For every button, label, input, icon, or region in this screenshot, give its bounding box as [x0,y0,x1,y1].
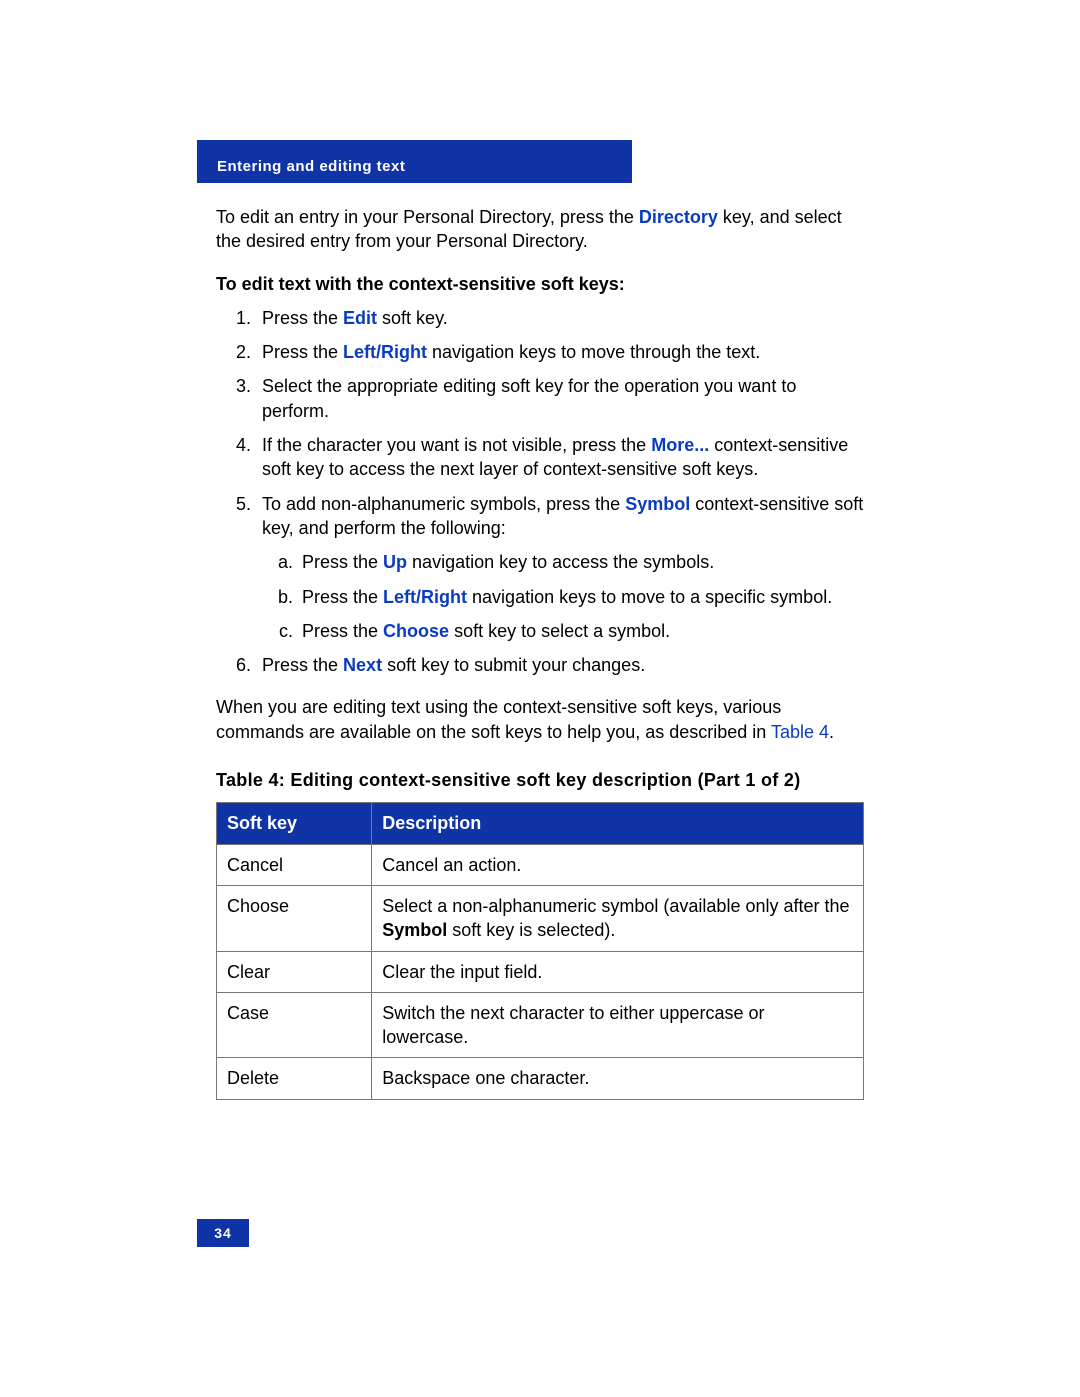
keyword-more: More... [651,435,709,455]
text: soft key to submit your changes. [382,655,645,675]
page: Entering and editing text To edit an ent… [0,0,1080,1397]
step-3: Select the appropriate editing soft key … [256,374,864,423]
col-softkey: Soft key [217,803,372,844]
text: soft key is selected). [447,920,615,940]
text: navigation keys to move through the text… [427,342,760,362]
procedure-heading: To edit text with the context-sensitive … [216,272,864,296]
text: navigation keys to move to a specific sy… [467,587,832,607]
sub-steps: Press the Up navigation key to access th… [262,550,864,643]
table-row: Cancel Cancel an action. [217,844,864,885]
cell-softkey: Choose [217,885,372,951]
section-header: Entering and editing text [197,140,632,183]
cell-softkey: Delete [217,1058,372,1099]
page-number: 34 [197,1219,249,1247]
keyword-symbol: Symbol [382,920,447,940]
text: If the character you want is not visible… [262,435,651,455]
text: navigation key to access the symbols. [407,552,714,572]
table-caption: Table 4: Editing context-sensitive soft … [216,768,864,792]
keyword-next: Next [343,655,382,675]
cell-desc: Clear the input field. [372,951,864,992]
step-5: To add non-alphanumeric symbols, press t… [256,492,864,643]
step-5c: Press the Choose soft key to select a sy… [298,619,864,643]
step-4: If the character you want is not visible… [256,433,864,482]
step-1: Press the Edit soft key. [256,306,864,330]
cell-softkey: Clear [217,951,372,992]
text: To edit an entry in your Personal Direct… [216,207,639,227]
table-header-row: Soft key Description [217,803,864,844]
keyword-symbol: Symbol [625,494,690,514]
cell-desc: Backspace one character. [372,1058,864,1099]
keyword-edit: Edit [343,308,377,328]
table-row: Case Switch the next character to either… [217,992,864,1058]
text: soft key. [377,308,448,328]
text: Press the [262,308,343,328]
softkey-table: Soft key Description Cancel Cancel an ac… [216,802,864,1099]
keyword-left-right: Left/Right [343,342,427,362]
table-row: Choose Select a non-alphanumeric symbol … [217,885,864,951]
keyword-up: Up [383,552,407,572]
table-row: Delete Backspace one character. [217,1058,864,1099]
text: Switch the next character to either uppe… [382,1003,764,1047]
text: Press the [302,552,383,572]
text: Select a non-alphanumeric symbol (availa… [382,896,849,916]
table-row: Clear Clear the input field. [217,951,864,992]
text: Press the [262,342,343,362]
intro-paragraph: To edit an entry in your Personal Direct… [216,205,864,254]
step-6: Press the Next soft key to submit your c… [256,653,864,677]
keyword-directory: Directory [639,207,718,227]
text: Cancel an action. [382,855,521,875]
cell-desc: Select a non-alphanumeric symbol (availa… [372,885,864,951]
step-2: Press the Left/Right navigation keys to … [256,340,864,364]
cell-desc: Switch the next character to either uppe… [372,992,864,1058]
cell-desc: Cancel an action. [372,844,864,885]
text: Press the [302,621,383,641]
text: When you are editing text using the cont… [216,697,781,741]
keyword-choose: Choose [383,621,449,641]
text: soft key to select a symbol. [449,621,670,641]
cell-softkey: Case [217,992,372,1058]
cell-softkey: Cancel [217,844,372,885]
text: Clear the input field. [382,962,542,982]
text: Press the [302,587,383,607]
step-5b: Press the Left/Right navigation keys to … [298,585,864,609]
closing-paragraph: When you are editing text using the cont… [216,695,864,744]
text: To add non-alphanumeric symbols, press t… [262,494,625,514]
procedure-list: Press the Edit soft key. Press the Left/… [216,306,864,678]
col-description: Description [372,803,864,844]
keyword-left-right: Left/Right [383,587,467,607]
body-content: To edit an entry in your Personal Direct… [216,205,864,1100]
text: . [829,722,834,742]
table-reference-link[interactable]: Table 4 [771,722,829,742]
step-5a: Press the Up navigation key to access th… [298,550,864,574]
text: Press the [262,655,343,675]
text: Backspace one character. [382,1068,589,1088]
